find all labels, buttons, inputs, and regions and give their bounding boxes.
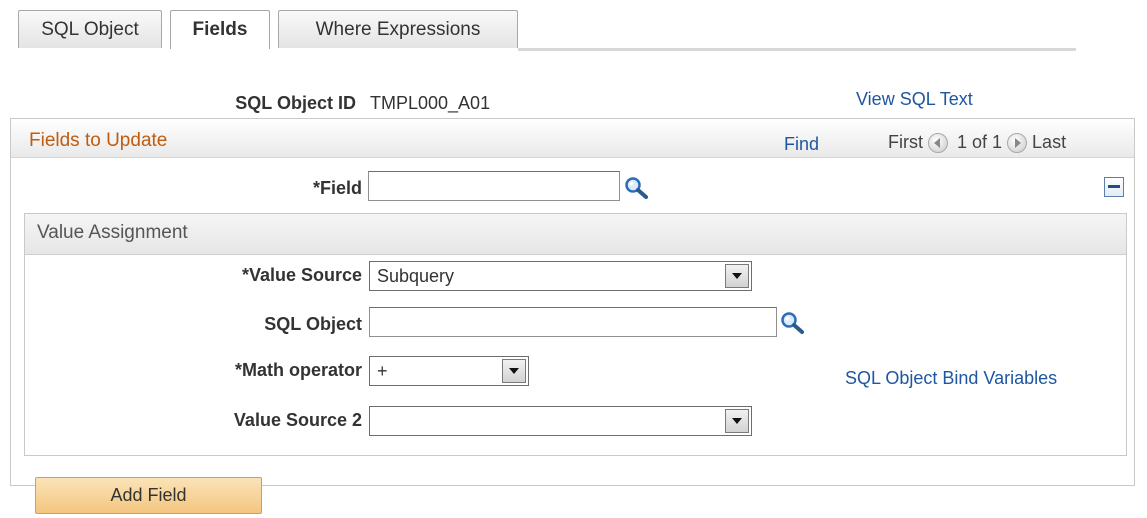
- value-source-2-select[interactable]: [369, 406, 752, 436]
- math-operator-selected: +: [377, 361, 388, 381]
- add-field-button[interactable]: Add Field: [35, 477, 262, 514]
- tab-label: Where Expressions: [315, 18, 481, 40]
- sql-object-input[interactable]: [369, 307, 777, 337]
- value-assignment-title: Value Assignment: [37, 222, 188, 243]
- dropdown-arrow-icon[interactable]: [725, 264, 749, 288]
- dropdown-arrow-icon[interactable]: [725, 409, 749, 433]
- value-source-select[interactable]: Subquery: [369, 261, 752, 291]
- value-source-selected: Subquery: [377, 266, 455, 286]
- sql-object-bind-variables-link[interactable]: SQL Object Bind Variables: [845, 368, 1057, 389]
- math-operator-label: *Math operator: [234, 360, 362, 380]
- field-input[interactable]: [368, 171, 620, 201]
- first-label: First: [888, 132, 923, 152]
- next-arrow-icon[interactable]: [1007, 132, 1028, 153]
- sql-object-id-value: TMPL000_A01: [370, 93, 491, 113]
- tab-label: SQL Object: [41, 18, 139, 40]
- tab-label: Fields: [192, 19, 248, 40]
- grid-navigation: First 1 of 1 Last: [888, 132, 1066, 153]
- sql-object-lookup-icon[interactable]: [780, 311, 806, 340]
- tab-where-expressions[interactable]: Where Expressions: [278, 10, 518, 48]
- collapse-icon[interactable]: [1104, 177, 1124, 197]
- math-operator-select[interactable]: +: [369, 356, 529, 386]
- sql-object-id-label: SQL Object ID: [235, 93, 356, 113]
- view-sql-text-link[interactable]: View SQL Text: [856, 89, 973, 110]
- last-label: Last: [1032, 132, 1067, 152]
- tab-underline: [518, 48, 1076, 51]
- value-source-2-label: Value Source 2: [233, 410, 362, 430]
- value-assignment-header: [25, 214, 1126, 255]
- tab-sql-object[interactable]: SQL Object: [18, 10, 162, 48]
- field-label: *Field: [312, 178, 362, 198]
- add-field-label: Add Field: [110, 485, 187, 505]
- field-lookup-icon[interactable]: [624, 176, 650, 205]
- sql-object-label: SQL Object: [264, 314, 362, 334]
- find-link[interactable]: Find: [784, 134, 819, 155]
- previous-arrow-icon[interactable]: [928, 132, 948, 153]
- value-source-label: *Value Source: [241, 265, 362, 285]
- dropdown-arrow-icon[interactable]: [502, 359, 526, 383]
- tab-fields[interactable]: Fields: [170, 10, 270, 49]
- grid-title: Fields to Update: [29, 130, 168, 151]
- page-count: 1 of 1: [957, 132, 1003, 152]
